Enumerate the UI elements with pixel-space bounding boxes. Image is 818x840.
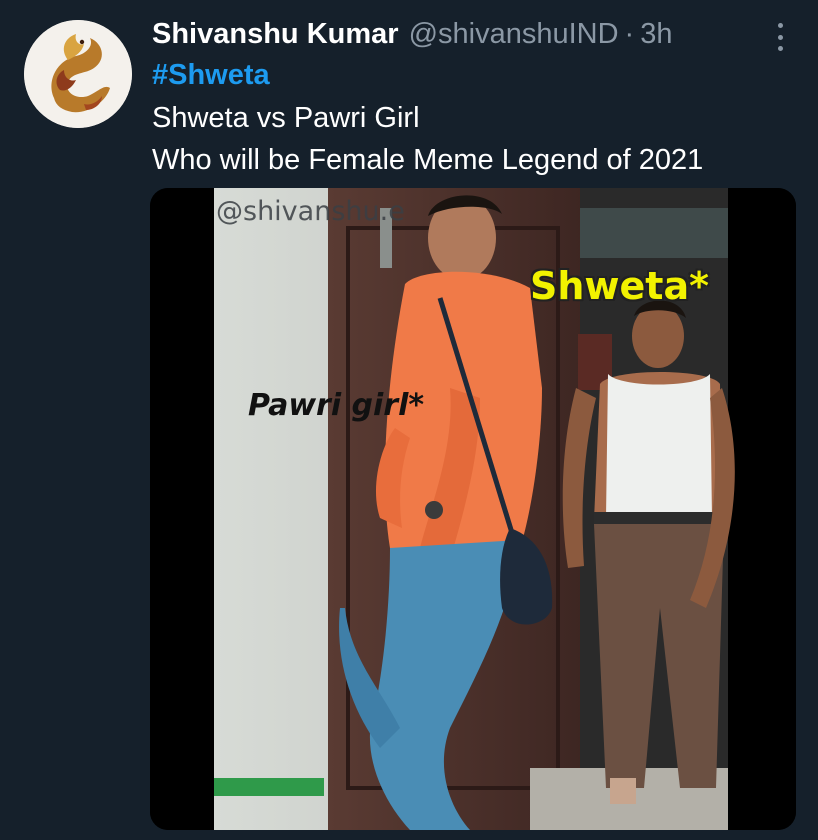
tweet-text-line-1: Shweta vs Pawri Girl [152, 102, 420, 134]
hashtag-link[interactable]: #Shweta [152, 55, 270, 95]
tweet-text-line-2: Who will be Female Meme Legend of 2021 [152, 144, 704, 176]
author-handle[interactable]: @shivanshuIND [409, 14, 619, 54]
more-options-icon[interactable] [768, 20, 792, 54]
timestamp[interactable]: 3h [640, 14, 672, 54]
tweet-media[interactable]: @shivanshu.e Shweta* Pawri girl* [150, 188, 796, 830]
caption-shweta: Shweta* [530, 264, 709, 308]
tweet-header: Shivanshu Kumar @shivanshuIND · 3h [152, 14, 672, 54]
caption-pawri-girl: Pawri girl* [248, 388, 425, 423]
separator: · [624, 18, 635, 50]
media-watermark: @shivanshu.e [216, 196, 405, 227]
dragon-logo-icon [24, 20, 132, 128]
author-name[interactable]: Shivanshu Kumar [152, 14, 399, 54]
tweet[interactable]: Shivanshu Kumar @shivanshuIND · 3h #Shwe… [0, 0, 818, 840]
avatar[interactable] [24, 20, 132, 128]
